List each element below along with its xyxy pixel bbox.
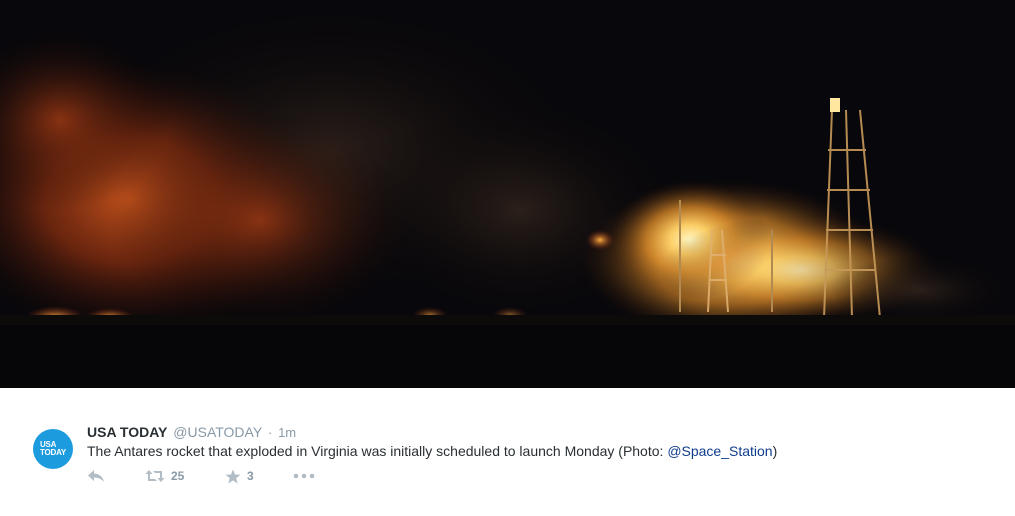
header-separator: · xyxy=(267,425,273,440)
favorite-button[interactable]: 3 xyxy=(225,467,293,485)
tweet-photo[interactable] xyxy=(0,0,1015,388)
tweet-content: USA TODAY USA TODAY @USATODAY · 1m The A… xyxy=(0,388,1015,516)
tweet-text: The Antares rocket that exploded in Virg… xyxy=(87,442,777,460)
tweet-card: USA TODAY USA TODAY @USATODAY · 1m The A… xyxy=(0,0,1015,516)
tweet-text-end: ) xyxy=(772,443,778,459)
mention-link[interactable]: @Space_Station xyxy=(667,443,772,459)
more-button[interactable] xyxy=(293,467,323,485)
avatar-logo-line2: TODAY xyxy=(39,448,67,457)
tweet-actions: 25 3 xyxy=(87,467,323,485)
avatar[interactable]: USA TODAY xyxy=(33,429,73,469)
author-handle[interactable]: @USATODAY xyxy=(173,424,262,440)
tweet-timestamp[interactable]: 1m xyxy=(278,425,296,440)
rocket-explosion-photo xyxy=(0,0,1015,388)
favorite-count: 3 xyxy=(247,469,254,483)
author-name[interactable]: USA TODAY xyxy=(87,424,167,440)
reply-icon xyxy=(88,470,104,482)
tweet-header: USA TODAY @USATODAY · 1m xyxy=(87,424,296,441)
tweet-text-body: The Antares rocket that exploded in Virg… xyxy=(87,443,668,459)
reply-button[interactable] xyxy=(87,467,145,485)
retweet-count: 25 xyxy=(171,469,185,483)
star-icon xyxy=(225,469,241,483)
avatar-logo: USA TODAY xyxy=(40,441,66,457)
retweet-icon xyxy=(145,470,165,482)
retweet-button[interactable]: 25 xyxy=(145,467,225,485)
more-icon xyxy=(293,473,315,479)
